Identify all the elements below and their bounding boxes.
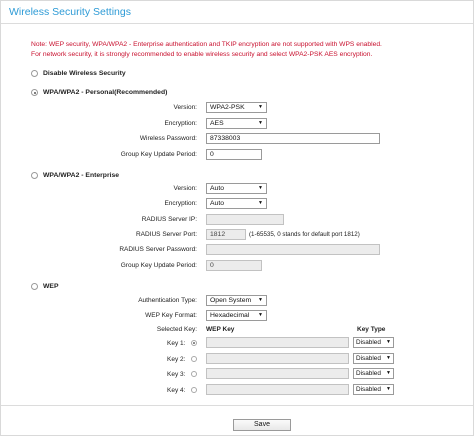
wireless-password-label: Wireless Password: (139, 135, 197, 142)
enterprise-version-select[interactable]: Auto (206, 183, 267, 194)
key-3-input[interactable] (206, 368, 349, 379)
key-2-radio[interactable] (191, 356, 197, 362)
enterprise-group-key-label: Group Key Update Period: (120, 262, 197, 269)
wep-radio[interactable] (31, 283, 38, 290)
auth-type-label: Authentication Type: (138, 297, 197, 304)
enterprise-encryption-select[interactable]: Auto (206, 198, 267, 209)
wpa-personal-label: WPA/WPA2 - Personal(Recommended) (43, 89, 168, 96)
page-title: Wireless Security Settings (9, 6, 131, 18)
key-4-input[interactable] (206, 384, 349, 395)
wep-key-format-label: WEP Key Format: (145, 312, 197, 319)
key-2-input[interactable] (206, 353, 349, 364)
wireless-password-input[interactable]: 87338003 (206, 133, 380, 144)
radius-ip-input[interactable] (206, 214, 284, 225)
key-type-column-header: Key Type (357, 326, 386, 333)
disable-security-radio[interactable] (31, 70, 38, 77)
wpa-personal-radio[interactable] (31, 89, 38, 96)
personal-encryption-label: Encryption: (164, 120, 197, 127)
footer-divider (1, 405, 473, 406)
radius-ip-label: RADIUS Server IP: (141, 216, 197, 223)
radius-port-label: RADIUS Server Port: (135, 231, 197, 238)
key-1-input[interactable] (206, 337, 349, 348)
personal-group-key-input[interactable]: 0 (206, 149, 262, 160)
key-4-type-select[interactable]: Disabled (353, 384, 394, 395)
disable-security-option[interactable]: Disable Wireless Security (31, 70, 126, 77)
personal-version-label: Version: (173, 104, 198, 111)
key-4-label: Key 4: (167, 387, 186, 394)
radius-password-label: RADIUS Server Password: (119, 246, 197, 253)
key-3-label: Key 3: (167, 371, 186, 378)
wpa-personal-option[interactable]: WPA/WPA2 - Personal(Recommended) (31, 89, 167, 96)
key-2-label: Key 2: (167, 356, 186, 363)
auth-type-select[interactable]: Open System (206, 295, 267, 306)
personal-group-key-label: Group Key Update Period: (120, 151, 197, 158)
wep-key-format-select[interactable]: Hexadecimal (206, 310, 267, 321)
wep-option[interactable]: WEP (31, 283, 58, 290)
wps-warning-note: Note: WEP security, WPA/WPA2 - Enterpris… (31, 41, 382, 48)
radius-password-input[interactable] (206, 244, 380, 255)
enterprise-encryption-label: Encryption: (164, 200, 197, 207)
enterprise-group-key-input[interactable]: 0 (206, 260, 262, 271)
key-1-type-select[interactable]: Disabled (353, 337, 394, 348)
wep-key-column-header: WEP Key (206, 326, 235, 333)
selected-key-label: Selected Key: (156, 326, 197, 333)
enterprise-version-label: Version: (173, 185, 198, 192)
wpa-enterprise-label: WPA/WPA2 - Enterprise (43, 172, 120, 179)
title-divider (1, 23, 473, 24)
save-button[interactable]: Save (233, 419, 291, 431)
wep-label: WEP (43, 283, 59, 290)
key-2-type-select[interactable]: Disabled (353, 353, 394, 364)
disable-security-label: Disable Wireless Security (43, 70, 126, 77)
wpa-enterprise-option[interactable]: WPA/WPA2 - Enterprise (31, 172, 119, 179)
settings-panel: Wireless Security Settings Note: WEP sec… (0, 0, 474, 436)
security-recommendation-note: For network security, it is strongly rec… (31, 51, 373, 58)
radius-port-hint: (1-65535, 0 stands for default port 1812… (249, 231, 360, 238)
wpa-enterprise-radio[interactable] (31, 172, 38, 179)
key-1-label: Key 1: (167, 340, 186, 347)
personal-encryption-select[interactable]: AES (206, 118, 267, 129)
key-3-radio[interactable] (191, 371, 197, 377)
key-3-type-select[interactable]: Disabled (353, 368, 394, 379)
key-4-radio[interactable] (191, 387, 197, 393)
radius-port-input[interactable]: 1812 (206, 229, 246, 240)
key-1-radio[interactable] (191, 340, 197, 346)
personal-version-select[interactable]: WPA2-PSK (206, 102, 267, 113)
